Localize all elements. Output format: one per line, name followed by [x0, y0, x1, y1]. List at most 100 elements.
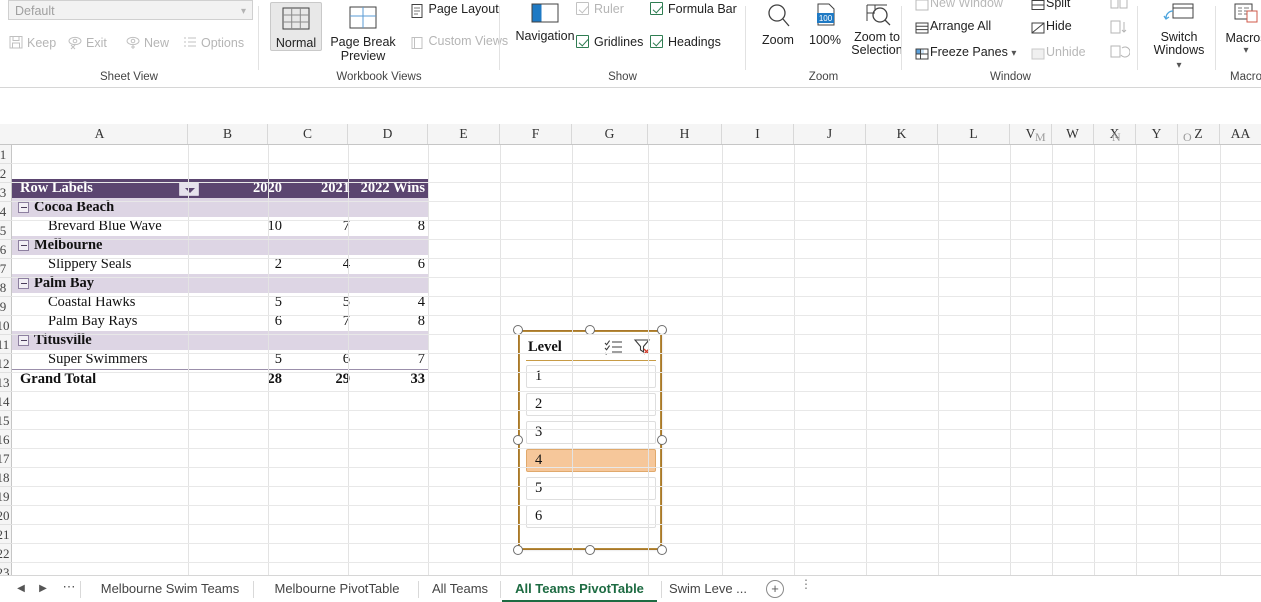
custom-views-button[interactable]: Custom Views	[409, 34, 508, 54]
headings-checkbox[interactable]: Headings	[650, 35, 721, 49]
sheet-tab-melbourne-pivottable[interactable]: Melbourne PivotTable	[255, 576, 419, 602]
formula-bar-label: Formula Bar	[668, 2, 737, 16]
clear-filter-icon[interactable]	[633, 338, 652, 358]
row-header-4[interactable]: 4	[0, 202, 12, 221]
split-button[interactable]: Split	[1030, 0, 1070, 16]
slicer-item-4[interactable]: 4	[526, 449, 656, 472]
freeze-panes-button[interactable]: Freeze Panes ▾	[914, 45, 1016, 65]
column-header-C[interactable]: C	[268, 124, 348, 144]
row-header-3[interactable]: 3	[0, 183, 12, 202]
view-side-by-side-button[interactable]	[1108, 0, 1130, 15]
sheet-view-combo[interactable]: Default ▾	[8, 0, 253, 20]
column-header-F[interactable]: F	[500, 124, 572, 144]
column-header-K[interactable]: K	[866, 124, 938, 144]
row-header-21[interactable]: 21	[0, 525, 12, 544]
column-header-I[interactable]: I	[722, 124, 794, 144]
row-header-1[interactable]: 1	[0, 145, 12, 164]
column-header-AA[interactable]: AA	[1220, 124, 1261, 144]
row-header-15[interactable]: 15	[0, 411, 12, 430]
ribbon-group-sheet-view: Default ▾ Keep Exit New Options Sheet Vi…	[0, 0, 258, 87]
row-header-7[interactable]: 7	[0, 259, 12, 278]
row-header-11[interactable]: 11	[0, 335, 12, 354]
column-header-D[interactable]: D	[348, 124, 428, 144]
new-window-button[interactable]: New Window	[914, 0, 1003, 16]
tab-options-icon[interactable]: ⋮	[800, 578, 812, 598]
row-header-20[interactable]: 20	[0, 506, 12, 525]
column-header-W[interactable]: W	[1052, 124, 1094, 144]
formula-bar-checkbox[interactable]: Formula Bar	[650, 2, 737, 16]
gridlines-label: Gridlines	[594, 35, 644, 49]
cells-area[interactable]: Row Labels 2020 Wins 2021 Wins 2022 Wins…	[12, 145, 1261, 575]
column-header-H[interactable]: H	[648, 124, 722, 144]
pivot-table[interactable]: Row Labels 2020 Wins 2021 Wins 2022 Wins…	[12, 179, 428, 388]
row-header-9[interactable]: 9	[0, 297, 12, 316]
column-header-L[interactable]: L	[938, 124, 1010, 144]
gridline-vertical	[1136, 145, 1137, 575]
row-header-16[interactable]: 16	[0, 430, 12, 449]
excel-window: Default ▾ Keep Exit New Options Sheet Vi…	[0, 0, 1261, 602]
pivot-filter-dropdown-icon[interactable]	[179, 182, 199, 196]
column-header-G[interactable]: G	[572, 124, 648, 144]
reset-window-position-button[interactable]	[1108, 42, 1131, 65]
add-sheet-button[interactable]: +	[766, 580, 784, 598]
sheet-view-keep-button[interactable]: Keep	[8, 32, 56, 54]
column-header-Y[interactable]: Y	[1136, 124, 1178, 144]
row-header-18[interactable]: 18	[0, 468, 12, 487]
zoom-to-selection-button[interactable]: Zoom to Selection	[850, 2, 904, 57]
row-header-2[interactable]: 2	[0, 164, 12, 183]
unhide-button[interactable]: Unhide	[1030, 45, 1086, 65]
next-sheet-icon[interactable]: ▶	[34, 580, 52, 598]
hide-button[interactable]: Hide	[1030, 19, 1072, 39]
custom-views-label: Custom Views	[428, 34, 509, 48]
slicer-item-3[interactable]: 3	[526, 421, 656, 444]
slicer-item-2[interactable]: 2	[526, 393, 656, 416]
zoom-button[interactable]: Zoom	[755, 2, 801, 47]
column-header-E[interactable]: E	[428, 124, 500, 144]
row-header-22[interactable]: 22	[0, 544, 12, 563]
page-break-preview-label: Page Break Preview	[330, 35, 396, 63]
row-header-12[interactable]: 12	[0, 354, 12, 373]
sheet-tab-all-teams-pivottable[interactable]: All Teams PivotTable	[502, 576, 657, 602]
row-header-17[interactable]: 17	[0, 449, 12, 468]
row-header-19[interactable]: 19	[0, 487, 12, 506]
sheet-tab-swim-leve[interactable]: Swim Leve ...	[663, 576, 753, 602]
macros-button[interactable]: Macros ▾	[1220, 2, 1261, 56]
arrange-all-button[interactable]: Arrange All	[914, 19, 991, 39]
row-header-6[interactable]: 6	[0, 240, 12, 259]
row-header-8[interactable]: 8	[0, 278, 12, 297]
column-header-A[interactable]: A	[12, 124, 188, 144]
gridline-horizontal	[12, 258, 1261, 259]
sheet-view-exit-button[interactable]: Exit	[67, 32, 107, 54]
synchronous-scrolling-button[interactable]	[1108, 18, 1130, 41]
split-icon	[1030, 0, 1046, 16]
sheet-view-options-button[interactable]: Options	[182, 32, 244, 54]
row-header-14[interactable]: 14	[0, 392, 12, 411]
normal-view-button[interactable]: Normal	[270, 2, 322, 51]
ruler-checkbox[interactable]: Ruler	[576, 2, 624, 16]
navigation-button[interactable]: Navigation	[512, 2, 578, 43]
row-header-10[interactable]: 10	[0, 316, 12, 335]
row-header-13[interactable]: 13	[0, 373, 12, 392]
page-layout-button[interactable]: Page Layout	[409, 2, 499, 22]
slicer-item-5[interactable]: 5	[526, 477, 656, 500]
column-header-J[interactable]: J	[794, 124, 866, 144]
row-header-5[interactable]: 5	[0, 221, 12, 240]
row-header-23[interactable]: 23	[0, 563, 12, 575]
prev-sheet-icon[interactable]: ◀	[12, 580, 30, 598]
column-header-B[interactable]: B	[188, 124, 268, 144]
gridlines-checkbox[interactable]: Gridlines	[576, 35, 643, 49]
sheet-tab-all-teams[interactable]: All Teams	[420, 576, 500, 602]
slicer-level[interactable]: Level 123456	[519, 331, 661, 549]
gridline-horizontal	[12, 467, 1261, 468]
zoom-100-button[interactable]: 100 100%	[802, 2, 848, 47]
gridline-vertical	[866, 145, 867, 575]
slicer-item-1[interactable]: 1	[526, 365, 656, 388]
more-sheets-icon[interactable]: ⋯	[60, 580, 78, 598]
sheet-tab-melbourne-swim-teams[interactable]: Melbourne Swim Teams	[86, 576, 254, 602]
sheet-view-new-button[interactable]: New	[125, 32, 169, 54]
custom-views-icon	[409, 35, 425, 54]
switch-windows-button[interactable]: Switch Windows ▾	[1148, 2, 1210, 71]
unhide-icon	[1030, 46, 1046, 65]
page-break-preview-button[interactable]: Page Break Preview	[325, 2, 401, 63]
multi-select-icon[interactable]	[604, 339, 623, 358]
